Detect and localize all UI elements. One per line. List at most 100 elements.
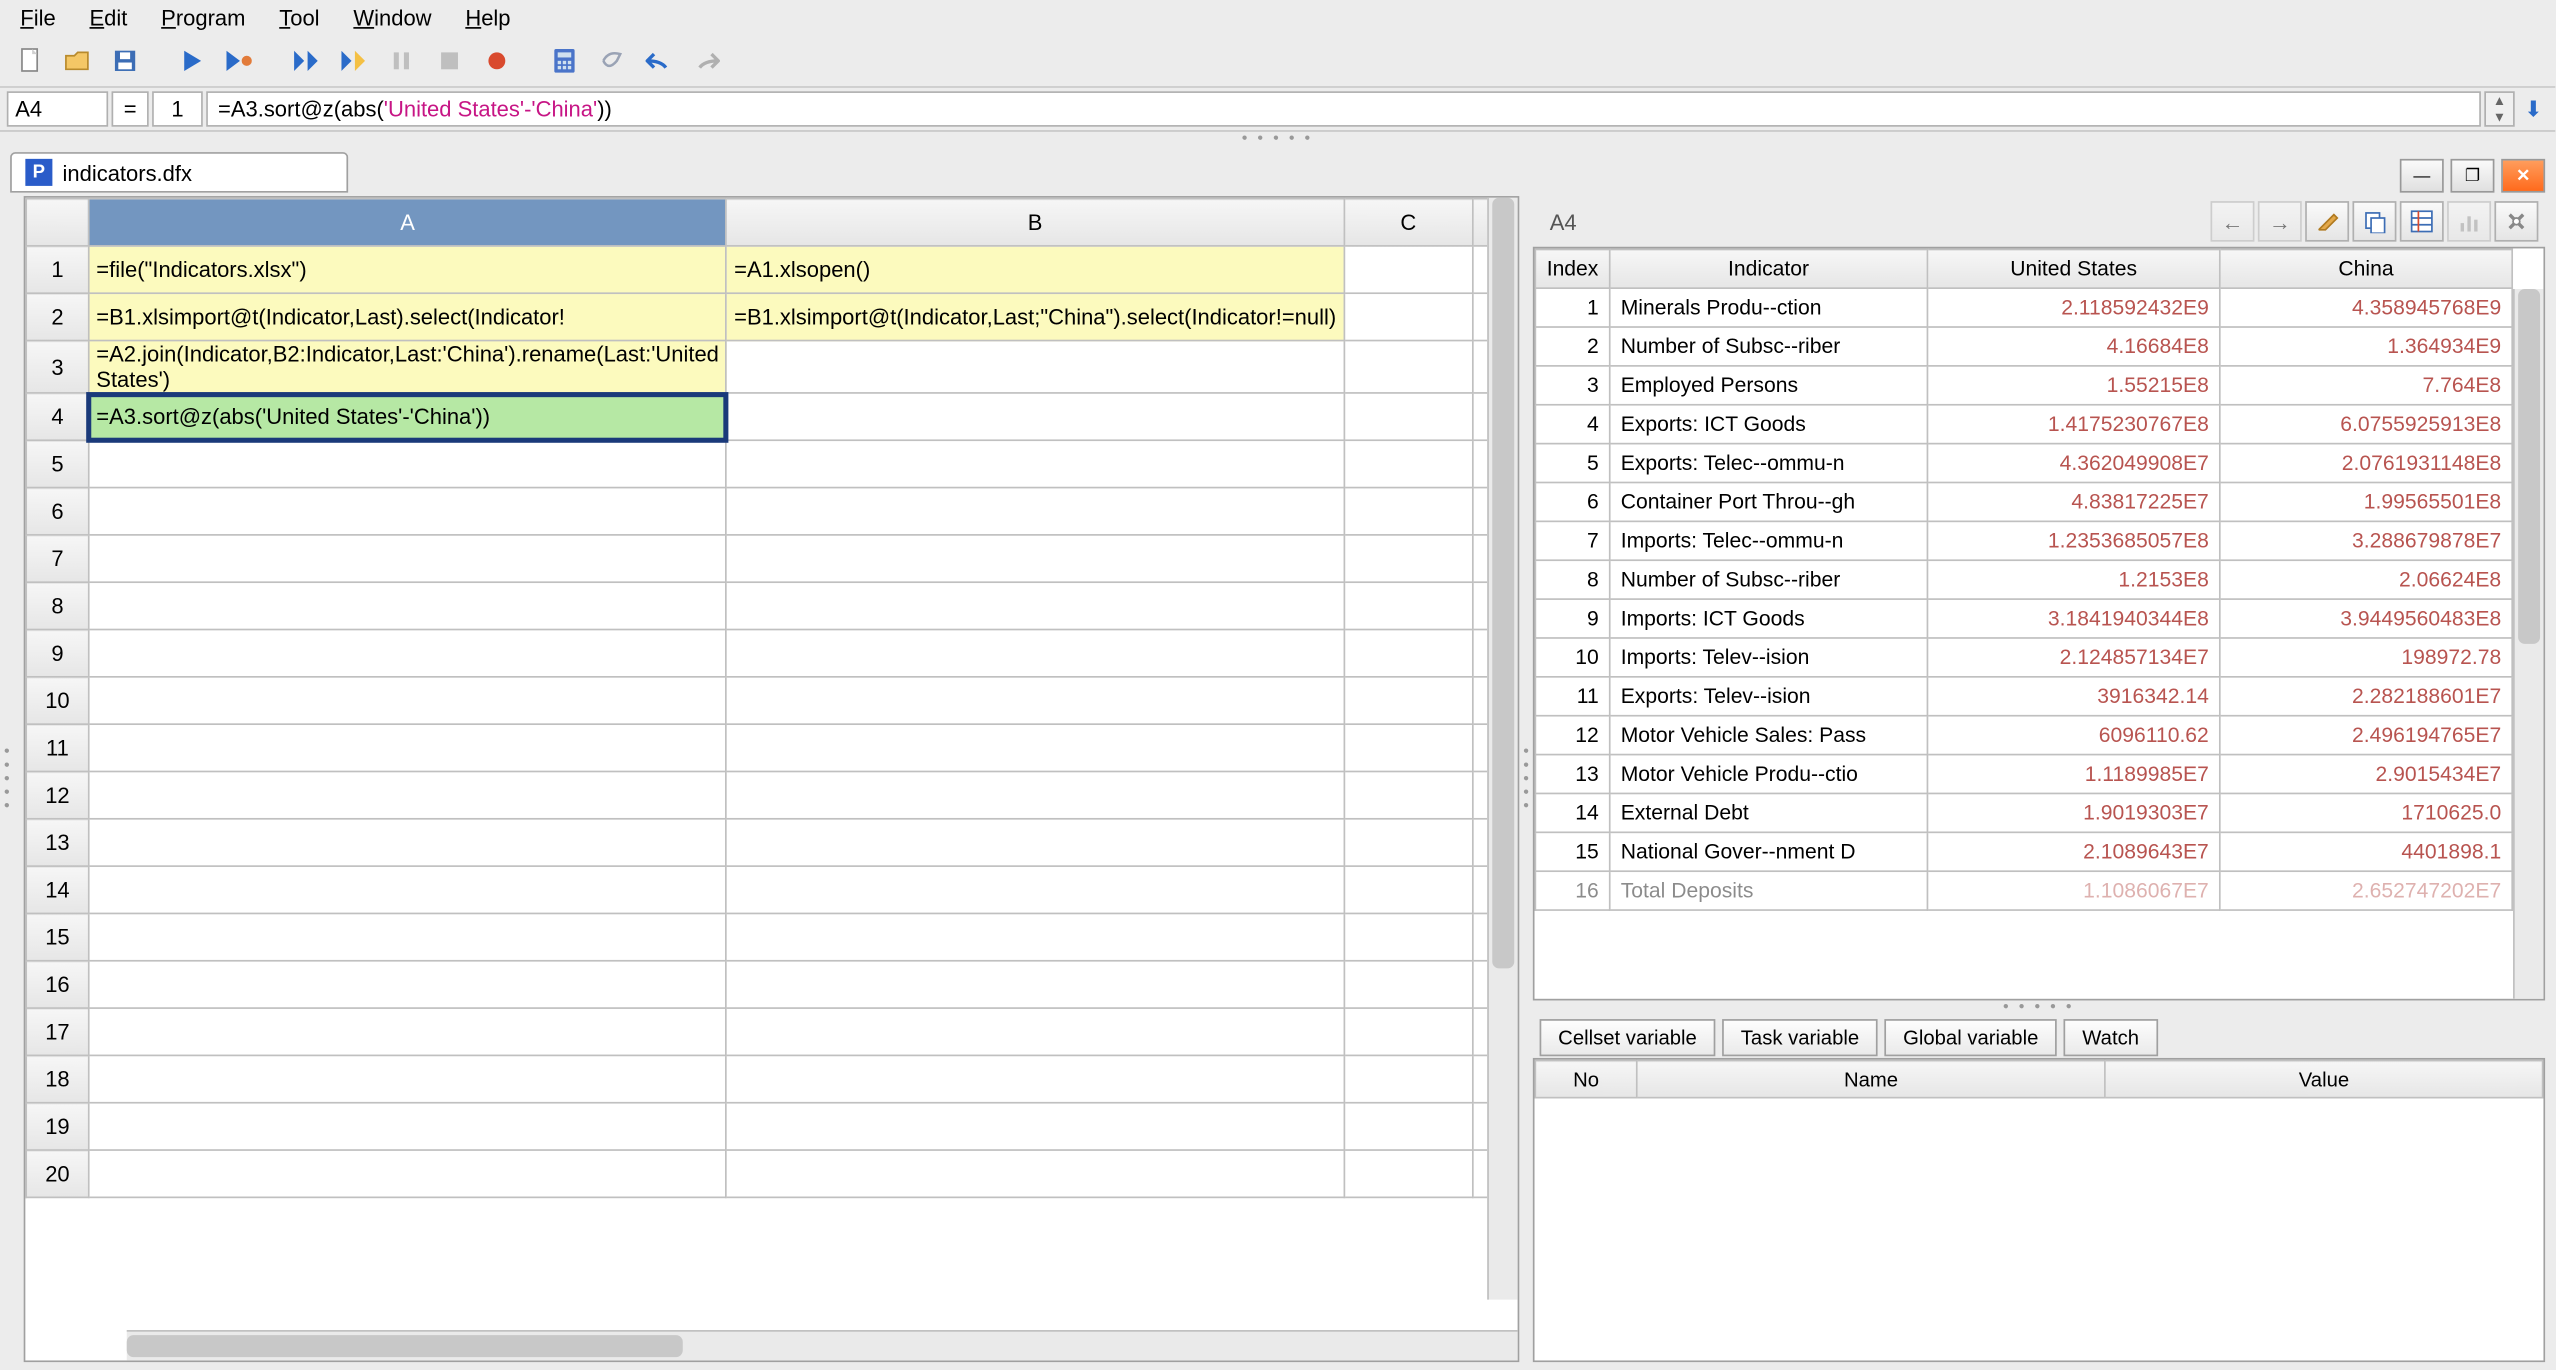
cell-empty[interactable] bbox=[1473, 866, 1487, 913]
cell-empty[interactable] bbox=[1473, 819, 1487, 866]
cell-A11[interactable] bbox=[89, 724, 727, 771]
cell-C16[interactable] bbox=[1344, 961, 1473, 1008]
pause-icon[interactable] bbox=[382, 40, 423, 81]
cell-empty[interactable] bbox=[1473, 630, 1487, 677]
redo-icon[interactable] bbox=[686, 40, 727, 81]
cell-B17[interactable] bbox=[727, 1008, 1344, 1055]
cell-A9[interactable] bbox=[89, 630, 727, 677]
cell-empty[interactable] bbox=[1473, 440, 1487, 487]
open-icon[interactable] bbox=[57, 40, 98, 81]
cell-A17[interactable] bbox=[89, 1008, 727, 1055]
cell-C12[interactable] bbox=[1344, 771, 1473, 818]
nav-forward-icon[interactable]: → bbox=[2258, 201, 2302, 242]
save-icon[interactable] bbox=[105, 40, 146, 81]
row-header[interactable]: 18 bbox=[26, 1055, 89, 1102]
cell-A7[interactable] bbox=[89, 535, 727, 582]
cell-empty[interactable] bbox=[1473, 393, 1487, 440]
row-header[interactable]: 5 bbox=[26, 440, 89, 487]
table-row[interactable]: 10Imports: Telev--ision2.124857134E71989… bbox=[1535, 638, 2512, 677]
cell-empty[interactable] bbox=[1473, 913, 1487, 960]
stop-icon[interactable] bbox=[429, 40, 470, 81]
cell-A3[interactable]: =A2.join(Indicator,B2:Indicator,Last:'Ch… bbox=[89, 341, 727, 393]
cell-A10[interactable] bbox=[89, 677, 727, 724]
edit-icon[interactable] bbox=[2305, 201, 2349, 242]
chart-icon[interactable] bbox=[2447, 201, 2491, 242]
cell-B12[interactable] bbox=[727, 771, 1344, 818]
document-tab[interactable]: P indicators.dfx bbox=[10, 152, 348, 193]
cell-empty[interactable] bbox=[1473, 582, 1487, 629]
cell-C8[interactable] bbox=[1344, 582, 1473, 629]
row-header[interactable]: 7 bbox=[26, 535, 89, 582]
table-row[interactable]: 16Total Deposits1.1086067E72.652747202E7 bbox=[1535, 871, 2512, 910]
col-china[interactable]: China bbox=[2220, 249, 2512, 288]
horizontal-splitter[interactable]: ● ● ● ● ● bbox=[0, 132, 2555, 146]
cell-A18[interactable] bbox=[89, 1055, 727, 1102]
table-row[interactable]: 7Imports: Telec--ommu-n1.2353685057E83.2… bbox=[1535, 521, 2512, 560]
cell-empty[interactable] bbox=[1473, 488, 1487, 535]
calculate-icon[interactable] bbox=[544, 40, 585, 81]
settings-icon[interactable] bbox=[2494, 201, 2538, 242]
tab-watch[interactable]: Watch bbox=[2064, 1019, 2158, 1056]
col-header-c[interactable]: C bbox=[1344, 199, 1473, 246]
cell-empty[interactable] bbox=[1473, 961, 1487, 1008]
row-header[interactable]: 19 bbox=[26, 1103, 89, 1150]
col-us[interactable]: United States bbox=[1927, 249, 2219, 288]
tab-global-variable[interactable]: Global variable bbox=[1884, 1019, 2056, 1056]
cell-B7[interactable] bbox=[727, 535, 1344, 582]
cell-A12[interactable] bbox=[89, 771, 727, 818]
tab-cellset-variable[interactable]: Cellset variable bbox=[1540, 1019, 1716, 1056]
result-vertical-scrollbar[interactable] bbox=[2513, 289, 2543, 999]
table-row[interactable]: 3Employed Persons1.55215E87.764E8 bbox=[1535, 366, 2512, 405]
chevron-down-icon[interactable]: ▼ bbox=[2486, 109, 2513, 125]
row-header[interactable]: 10 bbox=[26, 677, 89, 724]
cell-empty[interactable] bbox=[1473, 724, 1487, 771]
cell-C1[interactable] bbox=[1344, 246, 1473, 293]
expand-formula-icon[interactable]: ⬇ bbox=[2518, 91, 2548, 126]
cell-empty[interactable] bbox=[1473, 246, 1487, 293]
cell-A20[interactable] bbox=[89, 1150, 727, 1197]
cell-C6[interactable] bbox=[1344, 488, 1473, 535]
tab-task-variable[interactable]: Task variable bbox=[1722, 1019, 1878, 1056]
cell-B13[interactable] bbox=[727, 819, 1344, 866]
cell-B3[interactable] bbox=[727, 341, 1344, 393]
cell-empty[interactable] bbox=[1473, 1008, 1487, 1055]
result-table[interactable]: Index Indicator United States China 1Min… bbox=[1535, 248, 2514, 910]
cell-empty[interactable] bbox=[1473, 341, 1487, 393]
cell-A8[interactable] bbox=[89, 582, 727, 629]
cell-empty[interactable] bbox=[1473, 293, 1487, 340]
close-button[interactable]: ✕ bbox=[2501, 159, 2545, 193]
row-header[interactable]: 2 bbox=[26, 293, 89, 340]
right-horizontal-splitter[interactable]: ● ● ● ● ● bbox=[1533, 1000, 2545, 1014]
cell-B19[interactable] bbox=[727, 1103, 1344, 1150]
cell-C10[interactable] bbox=[1344, 677, 1473, 724]
cell-empty[interactable] bbox=[1473, 1103, 1487, 1150]
col-header-b[interactable]: B bbox=[727, 199, 1344, 246]
grid-view-icon[interactable] bbox=[2400, 201, 2444, 242]
row-header[interactable]: 13 bbox=[26, 819, 89, 866]
cell-A15[interactable] bbox=[89, 913, 727, 960]
col-header-a[interactable]: A bbox=[89, 199, 727, 246]
cell-C11[interactable] bbox=[1344, 724, 1473, 771]
cell-C13[interactable] bbox=[1344, 819, 1473, 866]
cell-A14[interactable] bbox=[89, 866, 727, 913]
clear-icon[interactable] bbox=[592, 40, 633, 81]
cell-empty[interactable] bbox=[1473, 1150, 1487, 1197]
cell-C7[interactable] bbox=[1344, 535, 1473, 582]
run-icon[interactable] bbox=[172, 40, 213, 81]
cell-C2[interactable] bbox=[1344, 293, 1473, 340]
row-header[interactable]: 16 bbox=[26, 961, 89, 1008]
var-col-value[interactable]: Value bbox=[2105, 1060, 2542, 1097]
col-indicator[interactable]: Indicator bbox=[1610, 249, 1928, 288]
cell-A4[interactable]: =A3.sort@z(abs('United States'-'China')) bbox=[89, 393, 727, 440]
chevron-up-icon[interactable]: ▲ bbox=[2486, 93, 2513, 109]
row-header[interactable]: 6 bbox=[26, 488, 89, 535]
row-header[interactable]: 1 bbox=[26, 246, 89, 293]
cell-reference-box[interactable]: A4 bbox=[7, 91, 108, 126]
table-row[interactable]: 1Minerals Produ--ction2.118592432E94.358… bbox=[1535, 288, 2512, 327]
cell-A19[interactable] bbox=[89, 1103, 727, 1150]
cell-A5[interactable] bbox=[89, 440, 727, 487]
table-row[interactable]: 15National Gover--nment D2.1089643E74401… bbox=[1535, 832, 2512, 871]
cell-empty[interactable] bbox=[1473, 677, 1487, 724]
table-row[interactable]: 2Number of Subsc--riber4.16684E81.364934… bbox=[1535, 327, 2512, 366]
menu-window[interactable]: Window bbox=[340, 1, 445, 33]
